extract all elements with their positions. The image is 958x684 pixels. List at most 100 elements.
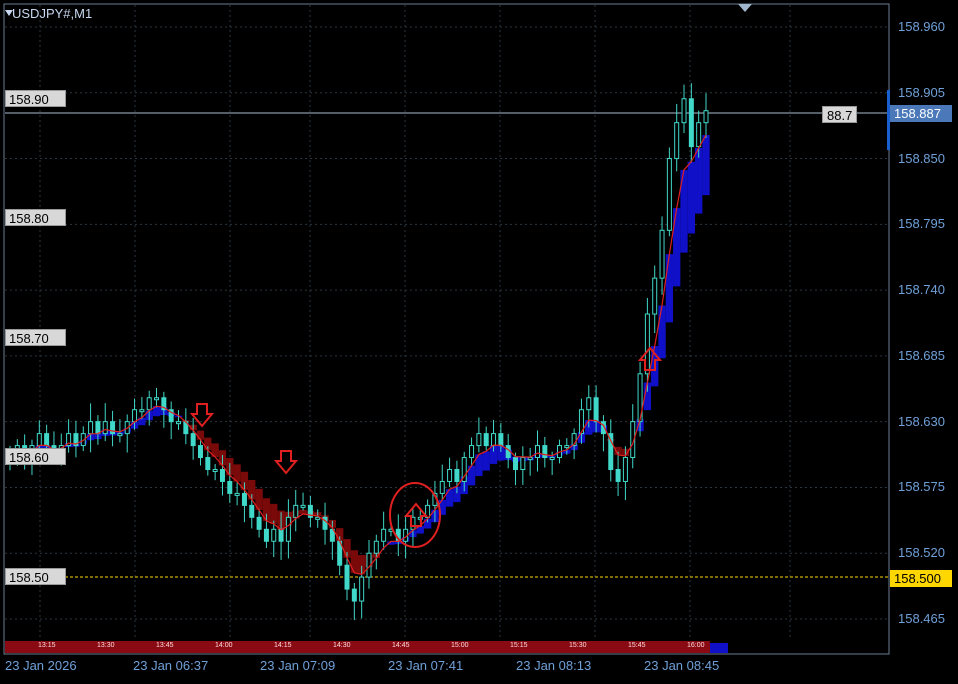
candle-body (190, 433, 196, 447)
candle-body (622, 457, 628, 482)
candle-body (212, 469, 218, 473)
candle-body (36, 433, 42, 447)
candle-body (176, 421, 182, 425)
candle-body (263, 528, 269, 542)
candle-body (586, 397, 592, 411)
price-tick: 158.850 (898, 150, 945, 166)
price-tick: 158.520 (898, 545, 945, 561)
candle-body (447, 469, 453, 482)
mini-time-tick: 16:00 (687, 642, 705, 649)
candle-body (696, 122, 702, 148)
current-price-label: 158.887 (890, 105, 952, 122)
candle-body (197, 445, 203, 459)
mini-time-tick: 15:30 (569, 642, 587, 649)
candle-body (300, 504, 306, 508)
level-price-label: 158.500 (890, 570, 952, 587)
candle-body (703, 110, 709, 124)
candle-body (227, 480, 233, 494)
candle-body (344, 564, 350, 590)
chart-shift-icon[interactable] (738, 4, 752, 12)
candle-body (674, 122, 680, 160)
price-chart[interactable] (0, 0, 958, 684)
candle-body (117, 433, 123, 437)
time-tick: 23 Jan 2026 (5, 658, 77, 673)
mini-time-tick: 15:45 (628, 642, 646, 649)
candle-body (234, 492, 240, 496)
price-tick: 158.905 (898, 84, 945, 100)
candle-body (652, 277, 658, 315)
candle-body (381, 528, 387, 542)
candle-body (469, 445, 475, 459)
candle-body (491, 433, 497, 447)
candle-body (542, 445, 548, 459)
time-tick: 23 Jan 07:41 (388, 658, 464, 673)
candle-body (132, 409, 138, 423)
price-tick: 158.960 (898, 19, 945, 34)
candle-body (241, 492, 247, 506)
candle-body (520, 457, 526, 471)
chart-grid (5, 5, 888, 640)
candle-body (688, 98, 694, 148)
mini-time-tick: 13:30 (97, 642, 115, 649)
mini-time-tick: 13:45 (156, 642, 174, 649)
candle-body (564, 445, 570, 449)
mini-time-tick: 14:30 (333, 642, 351, 649)
candle-body (293, 504, 299, 518)
price-tick: 158.740 (898, 282, 945, 298)
chart-frame (3, 3, 890, 655)
mini-time-strip-end (710, 643, 728, 653)
candle-body (483, 433, 489, 447)
mini-time-tick: 14:15 (274, 642, 292, 649)
level-label-158-70[interactable]: 158.70 (5, 329, 66, 346)
candle-body (44, 433, 50, 447)
candle-body (271, 528, 277, 542)
time-tick: 23 Jan 08:13 (516, 658, 592, 673)
candle-body (102, 421, 108, 435)
level-label-158-60[interactable]: 158.60 (5, 448, 66, 465)
candle-body (534, 445, 540, 459)
ma-ribbon (13, 134, 710, 575)
price-tick: 158.795 (898, 216, 945, 232)
price-tick: 158.575 (898, 479, 945, 495)
time-tick: 23 Jan 06:37 (133, 658, 209, 673)
candle-body (498, 433, 504, 447)
candle-body (315, 516, 321, 520)
candle-body (95, 421, 101, 435)
sell-arrow-icon (273, 450, 299, 475)
candle-body (154, 397, 160, 401)
candle-body (549, 457, 555, 461)
candle-body (659, 229, 665, 279)
candle-body (439, 480, 445, 494)
price-tick: 158.685 (898, 347, 945, 363)
level-label-158-90[interactable]: 158.90 (5, 90, 66, 107)
candle-body (285, 516, 291, 542)
candle-body (593, 397, 599, 423)
level-label-158-80[interactable]: 158.80 (5, 209, 66, 226)
time-tick: 23 Jan 08:45 (644, 658, 720, 673)
candle-body (666, 158, 672, 231)
candle-body (139, 409, 145, 413)
candle-body (278, 528, 284, 542)
mini-time-tick: 15:15 (510, 642, 528, 649)
candle-body (513, 457, 519, 471)
price-tick: 158.465 (898, 611, 945, 626)
candle-body (88, 421, 94, 435)
mini-time-tick: 13:15 (38, 642, 56, 649)
price-tick: 158.630 (898, 413, 945, 429)
level-label-158-50[interactable]: 158.50 (5, 568, 66, 585)
candle-body (615, 469, 621, 482)
candle-body (373, 540, 379, 554)
candle-body (527, 457, 533, 461)
mini-time-tick: 15:00 (451, 642, 469, 649)
candle-body (110, 421, 116, 435)
candles (7, 83, 709, 621)
candle-body (146, 397, 152, 411)
candle-body (256, 516, 262, 530)
symbol-title: USDJPY#,M1 (12, 6, 93, 21)
candle-body (219, 469, 225, 482)
candle-body (205, 457, 211, 471)
mini-time-tick: 14:45 (392, 642, 410, 649)
candle-body (359, 576, 365, 602)
value-label: 88.7 (822, 106, 858, 123)
moving-average-line (9, 134, 707, 576)
